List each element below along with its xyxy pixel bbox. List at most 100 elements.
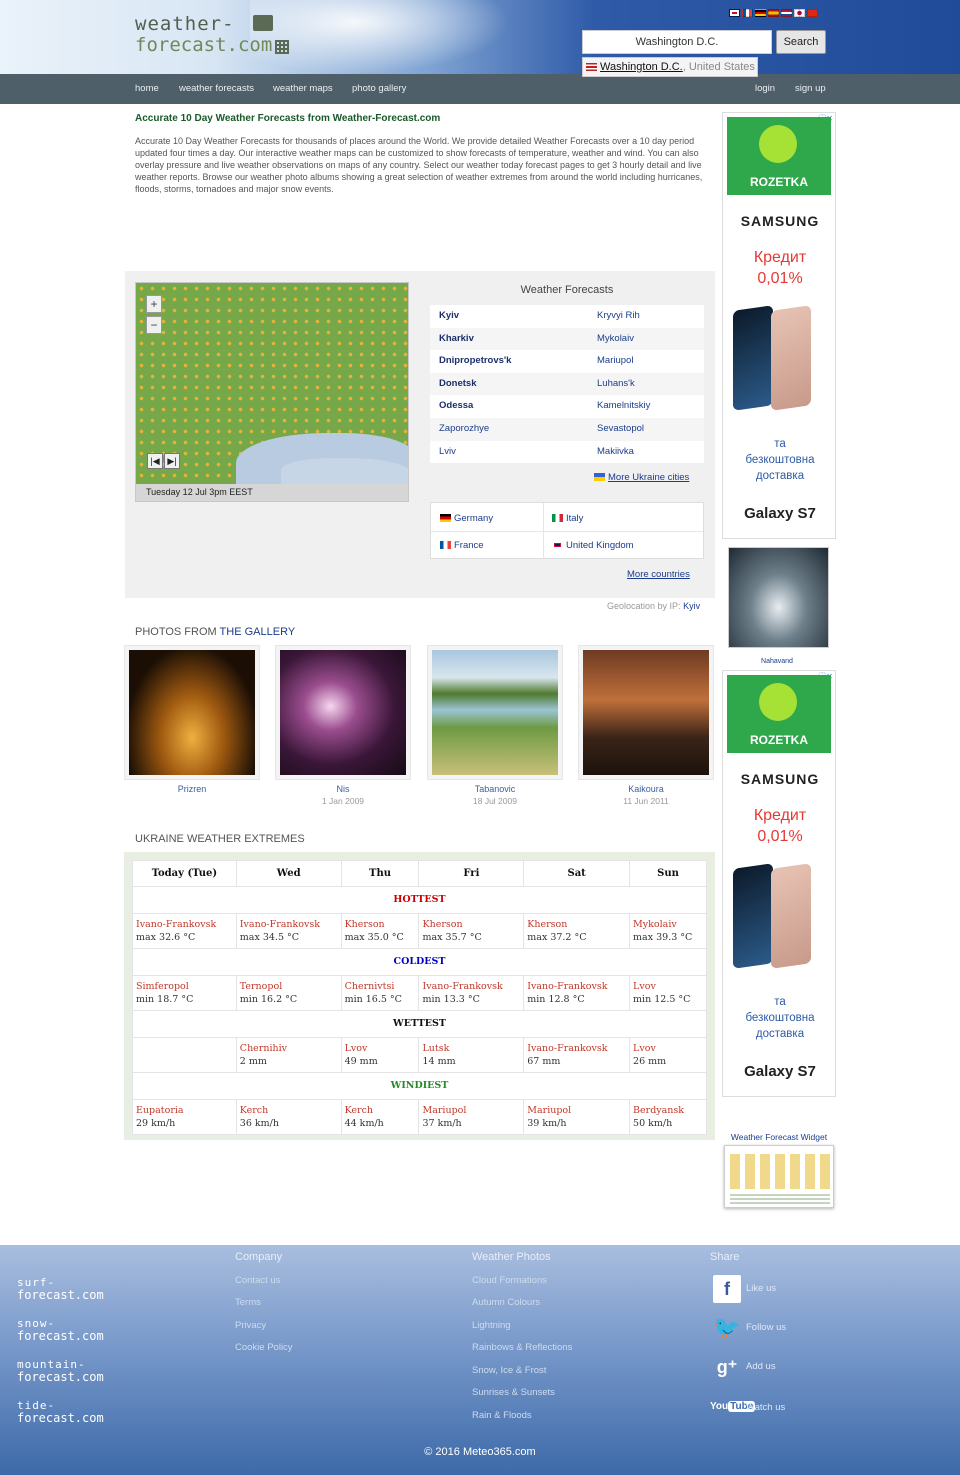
- more-ukraine-cities-link[interactable]: More Ukraine cities: [594, 472, 689, 483]
- extreme-city-link[interactable]: Mykolaiv: [633, 919, 677, 930]
- city-link[interactable]: Kamelnitskiy: [588, 395, 704, 418]
- extreme-city-link[interactable]: Lvov: [633, 981, 656, 992]
- search-suggestion[interactable]: Washington D.C., United States: [582, 57, 758, 77]
- city-link[interactable]: Luhans'k: [588, 373, 704, 396]
- advertisement[interactable]: ⓘ✕ ROZETKA SAMSUNG Кредит0,01% табезкошт…: [722, 670, 836, 1097]
- cn-flag-icon[interactable]: [807, 9, 818, 17]
- share-label[interactable]: Add us: [746, 1361, 776, 1372]
- widget-preview[interactable]: [724, 1145, 834, 1208]
- city-link[interactable]: Kharkiv: [430, 328, 588, 351]
- weather-map[interactable]: + − |◀ ▶| Tuesday 12 Jul 3pm EEST: [135, 282, 409, 502]
- extreme-city-link[interactable]: Lvov: [345, 1043, 368, 1054]
- nav-login[interactable]: login: [755, 83, 775, 94]
- extreme-city-link[interactable]: Simferopol: [136, 981, 189, 992]
- nav-photo-gallery[interactable]: photo gallery: [352, 83, 406, 94]
- sidebar-photo[interactable]: [728, 547, 829, 648]
- footer-link[interactable]: Cookie Policy: [235, 1342, 293, 1353]
- gallery-photo-prizren[interactable]: [124, 645, 260, 780]
- city-link[interactable]: Kryvyi Rih: [588, 305, 704, 328]
- city-link[interactable]: Mykolaiv: [588, 328, 704, 351]
- nav-weather-forecasts[interactable]: weather forecasts: [179, 83, 254, 94]
- city-link[interactable]: Mariupol: [588, 350, 704, 373]
- nl-flag-icon[interactable]: [781, 9, 792, 17]
- gallery-photo-kaikoura[interactable]: [578, 645, 714, 780]
- sidebar-photo-caption[interactable]: Nahavand: [722, 658, 832, 665]
- es-flag-icon[interactable]: [768, 9, 779, 17]
- gb-flag-icon[interactable]: [729, 9, 740, 17]
- footer-link[interactable]: Snow, Ice & Frost: [472, 1365, 546, 1376]
- gallery-link[interactable]: THE GALLERY: [220, 626, 296, 638]
- photo-caption[interactable]: Prizren: [124, 784, 260, 794]
- city-link[interactable]: Sevastopol: [588, 418, 704, 441]
- extreme-city-link[interactable]: Kerch: [345, 1105, 373, 1116]
- footer-link[interactable]: Privacy: [235, 1320, 266, 1331]
- tide-forecast-logo[interactable]: tide-forecast.com: [17, 1399, 104, 1425]
- zoom-in-button[interactable]: +: [146, 295, 162, 313]
- extreme-city-link[interactable]: Chernihiv: [240, 1043, 287, 1054]
- photo-caption[interactable]: Tabanovic: [427, 784, 563, 794]
- extreme-city-link[interactable]: Ivano-Frankovsk: [527, 981, 607, 992]
- country-united-kingdom[interactable]: United Kingdom: [552, 540, 634, 551]
- footer-link[interactable]: Autumn Colours: [472, 1297, 540, 1308]
- footer-link[interactable]: Sunrises & Sunsets: [472, 1387, 555, 1398]
- youtube-icon[interactable]: You Tube: [710, 1393, 756, 1421]
- city-link[interactable]: Zaporozhye: [430, 418, 588, 441]
- nav-sign-up[interactable]: sign up: [795, 83, 826, 94]
- advertisement[interactable]: ⓘ✕ ROZETKA SAMSUNG Кредит0,01% табезкошт…: [722, 112, 836, 539]
- nav-weather-maps[interactable]: weather maps: [273, 83, 333, 94]
- surf-forecast-logo[interactable]: surf-forecast.com: [17, 1276, 104, 1302]
- city-link[interactable]: Odessa: [430, 395, 588, 418]
- twitter-icon[interactable]: 🐦: [713, 1314, 741, 1342]
- city-link[interactable]: Lviv: [430, 441, 588, 464]
- extreme-city-link[interactable]: Ivano-Frankovsk: [422, 981, 502, 992]
- country-italy[interactable]: Italy: [552, 513, 583, 524]
- search-button[interactable]: Search: [776, 30, 826, 54]
- footer-link[interactable]: Rain & Floods: [472, 1410, 532, 1421]
- country-germany[interactable]: Germany: [440, 513, 493, 524]
- footer-link[interactable]: Lightning: [472, 1320, 511, 1331]
- share-label[interactable]: Like us: [746, 1283, 776, 1294]
- extreme-city-link[interactable]: Eupatoria: [136, 1105, 184, 1116]
- location-search-input[interactable]: Washington D.C.: [582, 30, 772, 54]
- extreme-city-link[interactable]: Lvov: [633, 1043, 656, 1054]
- facebook-icon[interactable]: f: [713, 1275, 741, 1303]
- extreme-city-link[interactable]: Ivano-Frankovsk: [136, 919, 216, 930]
- footer-link[interactable]: Cloud Formations: [472, 1275, 547, 1286]
- footer-link[interactable]: Terms: [235, 1297, 261, 1308]
- extreme-city-link[interactable]: Ternopol: [240, 981, 282, 992]
- share-label[interactable]: Watch us: [746, 1402, 785, 1413]
- widget-link[interactable]: Weather Forecast Widget: [722, 1132, 836, 1142]
- geolocation-city-link[interactable]: Kyiv: [683, 601, 700, 611]
- photo-caption[interactable]: Nis: [275, 784, 411, 794]
- site-logo[interactable]: weather- forecast.com: [135, 14, 295, 60]
- extreme-city-link[interactable]: Mariupol: [527, 1105, 571, 1116]
- gallery-photo-tabanovic[interactable]: [427, 645, 563, 780]
- mountain-forecast-logo[interactable]: mountain-forecast.com: [17, 1358, 104, 1384]
- extreme-city-link[interactable]: Lutsk: [422, 1043, 449, 1054]
- extreme-city-link[interactable]: Kerch: [240, 1105, 268, 1116]
- extreme-city-link[interactable]: Ivano-Frankovsk: [240, 919, 320, 930]
- de-flag-icon[interactable]: [755, 9, 766, 17]
- city-link[interactable]: Makiivka: [588, 441, 704, 464]
- extreme-city-link[interactable]: Mariupol: [422, 1105, 466, 1116]
- nav-home[interactable]: home: [135, 83, 159, 94]
- more-countries-link[interactable]: More countries: [627, 569, 690, 580]
- city-link[interactable]: Kyiv: [430, 305, 588, 328]
- extreme-city-link[interactable]: Berdyansk: [633, 1105, 684, 1116]
- jp-flag-icon[interactable]: [794, 9, 805, 17]
- city-link[interactable]: Donetsk: [430, 373, 588, 396]
- extreme-city-link[interactable]: Chernivtsi: [345, 981, 395, 992]
- city-link[interactable]: Dnipropetrovs'k: [430, 350, 588, 373]
- gallery-photo-nis[interactable]: [275, 645, 411, 780]
- snow-forecast-logo[interactable]: snow-forecast.com: [17, 1317, 104, 1343]
- google-plus-icon[interactable]: g⁺: [713, 1353, 741, 1381]
- footer-link[interactable]: Rainbows & Reflections: [472, 1342, 572, 1353]
- extreme-city-link[interactable]: Kherson: [527, 919, 567, 930]
- extreme-city-link[interactable]: Kherson: [422, 919, 462, 930]
- photo-caption[interactable]: Kaikoura: [578, 784, 714, 794]
- zoom-out-button[interactable]: −: [146, 316, 162, 334]
- map-play-icon[interactable]: ▶|: [164, 453, 180, 469]
- map-rewind-icon[interactable]: |◀: [147, 453, 163, 469]
- fr-flag-icon[interactable]: [742, 9, 753, 17]
- extreme-city-link[interactable]: Ivano-Frankovsk: [527, 1043, 607, 1054]
